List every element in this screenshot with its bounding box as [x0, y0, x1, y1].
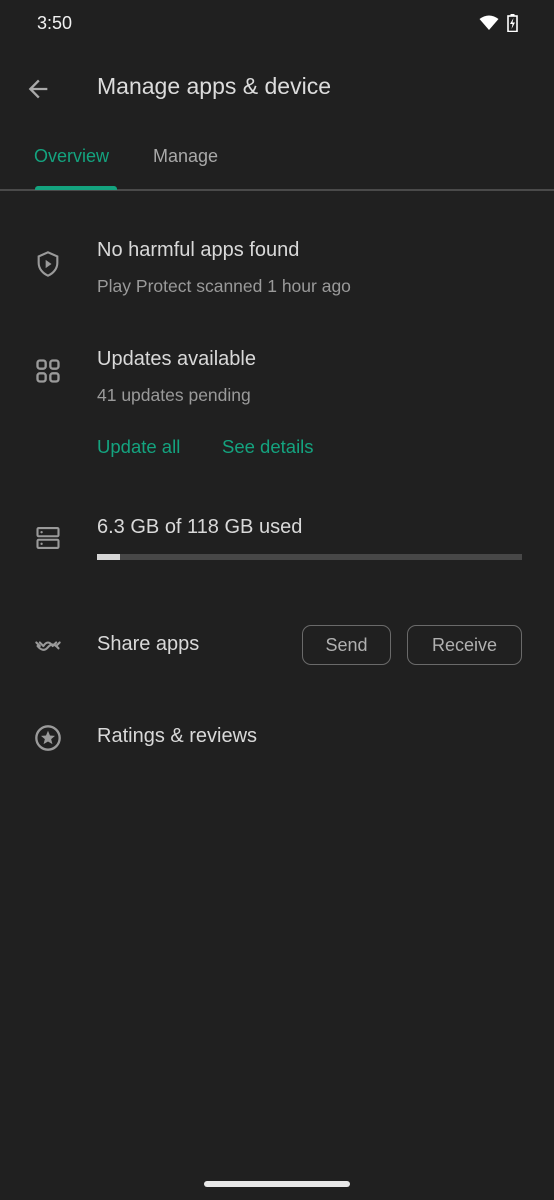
share-apps-label: Share apps — [97, 633, 200, 655]
updates-title[interactable]: Updates available — [97, 348, 256, 371]
protect-title: No harmful apps found — [97, 239, 300, 261]
ratings-reviews-label: Ratings & reviews — [97, 725, 258, 747]
storage-icon — [36, 527, 60, 549]
storage-progress-fill — [97, 554, 120, 560]
storage-section[interactable]: 6.3 GB of 118 GB used — [0, 505, 554, 575]
arrow-back-icon — [28, 79, 48, 99]
receive-button[interactable]: Receive — [407, 625, 522, 665]
tab-overview[interactable]: Overview — [34, 146, 109, 167]
status-icons — [479, 14, 518, 32]
back-button[interactable] — [24, 75, 52, 103]
send-button[interactable]: Send — [302, 625, 391, 665]
see-details-button[interactable]: See details — [222, 436, 314, 458]
apps-grid-icon — [36, 359, 60, 383]
shield-play-icon — [37, 251, 59, 277]
ratings-reviews-item[interactable]: Ratings & reviews — [0, 705, 554, 770]
wifi-icon — [479, 15, 499, 30]
battery-charging-icon — [507, 14, 518, 32]
page-title: Manage apps & device — [97, 73, 331, 99]
update-all-button[interactable]: Update all — [97, 436, 180, 458]
tab-manage[interactable]: Manage — [153, 146, 218, 167]
play-protect-section[interactable]: No harmful apps found Play Protect scann… — [0, 225, 554, 315]
updates-subtitle: 41 updates pending — [97, 385, 251, 405]
updates-section: Updates available 41 updates pending Upd… — [0, 335, 554, 470]
storage-label: 6.3 GB of 118 GB used — [97, 516, 303, 538]
home-gesture-bar[interactable] — [204, 1181, 350, 1187]
storage-progress-bar — [97, 554, 522, 560]
protect-subtitle: Play Protect scanned 1 hour ago — [97, 276, 351, 296]
status-time: 3:50 — [37, 13, 73, 33]
star-circle-icon — [35, 725, 61, 751]
tab-indicator — [35, 186, 117, 190]
share-apps-icon — [35, 641, 61, 651]
